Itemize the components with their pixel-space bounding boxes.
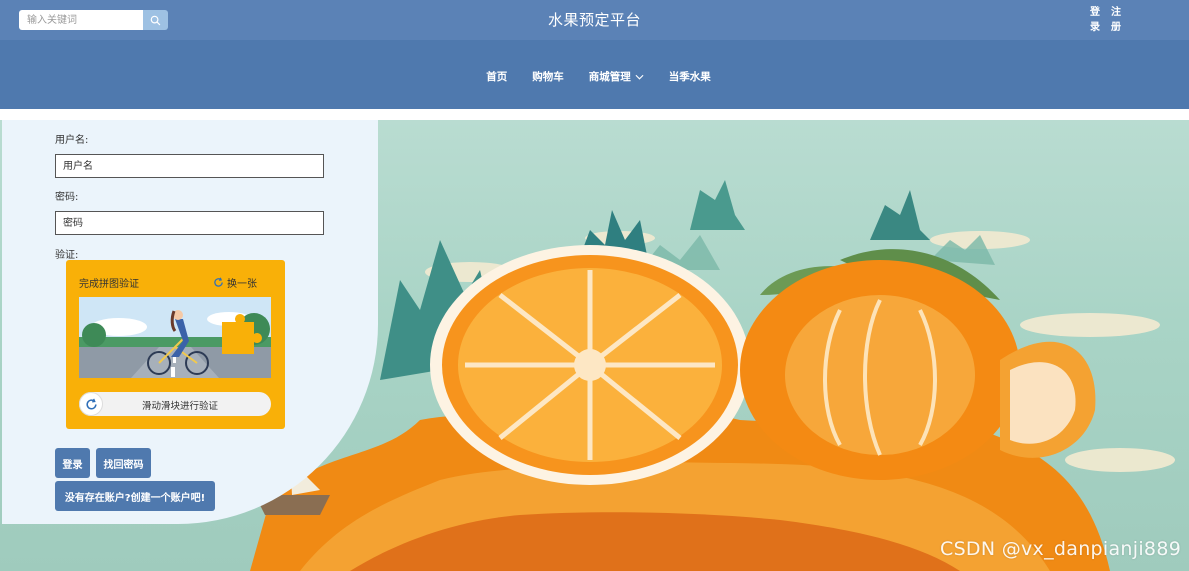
- nav-item-home[interactable]: 首页: [486, 69, 507, 84]
- register-link[interactable]: 注册: [1110, 5, 1122, 35]
- main-nav-bar: 首页 购物车 商城管理 当季水果: [0, 40, 1189, 109]
- nav-item-label: 购物车: [532, 71, 564, 83]
- cyclist-illustration: [79, 297, 271, 378]
- login-button[interactable]: 登录: [55, 448, 90, 478]
- verify-label: 验证:: [55, 250, 79, 261]
- captcha-refresh-label: 换一张: [227, 279, 257, 290]
- nav-item-seasonal-fruit[interactable]: 当季水果: [669, 69, 711, 84]
- nav-item-label: 当季水果: [668, 71, 711, 83]
- refresh-icon: [85, 398, 97, 410]
- main-nav: 首页 购物车 商城管理 当季水果: [0, 69, 1189, 84]
- nav-item-mall-management[interactable]: 商城管理: [589, 69, 644, 84]
- nav-item-cart[interactable]: 购物车: [532, 69, 564, 84]
- password-input[interactable]: [55, 211, 324, 235]
- nav-item-label: 首页: [486, 71, 508, 83]
- top-header: 水果预定平台 登录 注册: [0, 0, 1189, 40]
- password-label: 密码:: [55, 192, 79, 203]
- captcha-puzzle-image: [79, 297, 271, 378]
- puzzle-captcha: 完成拼图验证 换一张 滑动滑块进行验证: [66, 260, 285, 429]
- captcha-refresh-button[interactable]: 换一张: [213, 275, 257, 290]
- nav-item-label: 商城管理: [588, 71, 631, 83]
- slider-hint-text: 滑动滑块进行验证: [141, 401, 218, 412]
- chevron-down-icon: [635, 74, 644, 80]
- slider-handle[interactable]: [79, 392, 103, 416]
- captcha-title: 完成拼图验证: [79, 279, 139, 290]
- username-label: 用户名:: [55, 135, 89, 146]
- site-title: 水果预定平台: [547, 11, 641, 29]
- csdn-watermark: CSDN @vx_danpianji889: [940, 538, 1182, 560]
- refresh-icon: [214, 277, 223, 287]
- username-input[interactable]: [55, 154, 324, 178]
- forgot-password-button[interactable]: 找回密码: [96, 448, 151, 478]
- login-link[interactable]: 登录: [1089, 5, 1101, 35]
- create-account-button[interactable]: 没有存在账户?创建一个账户吧!: [55, 481, 215, 511]
- page: 水果预定平台 登录 注册 首页 购物车 商城管理 当季水果: [0, 0, 1189, 571]
- captcha-slider-track[interactable]: 滑动滑块进行验证: [79, 392, 271, 416]
- auth-links: 登录 注册: [1089, 5, 1122, 35]
